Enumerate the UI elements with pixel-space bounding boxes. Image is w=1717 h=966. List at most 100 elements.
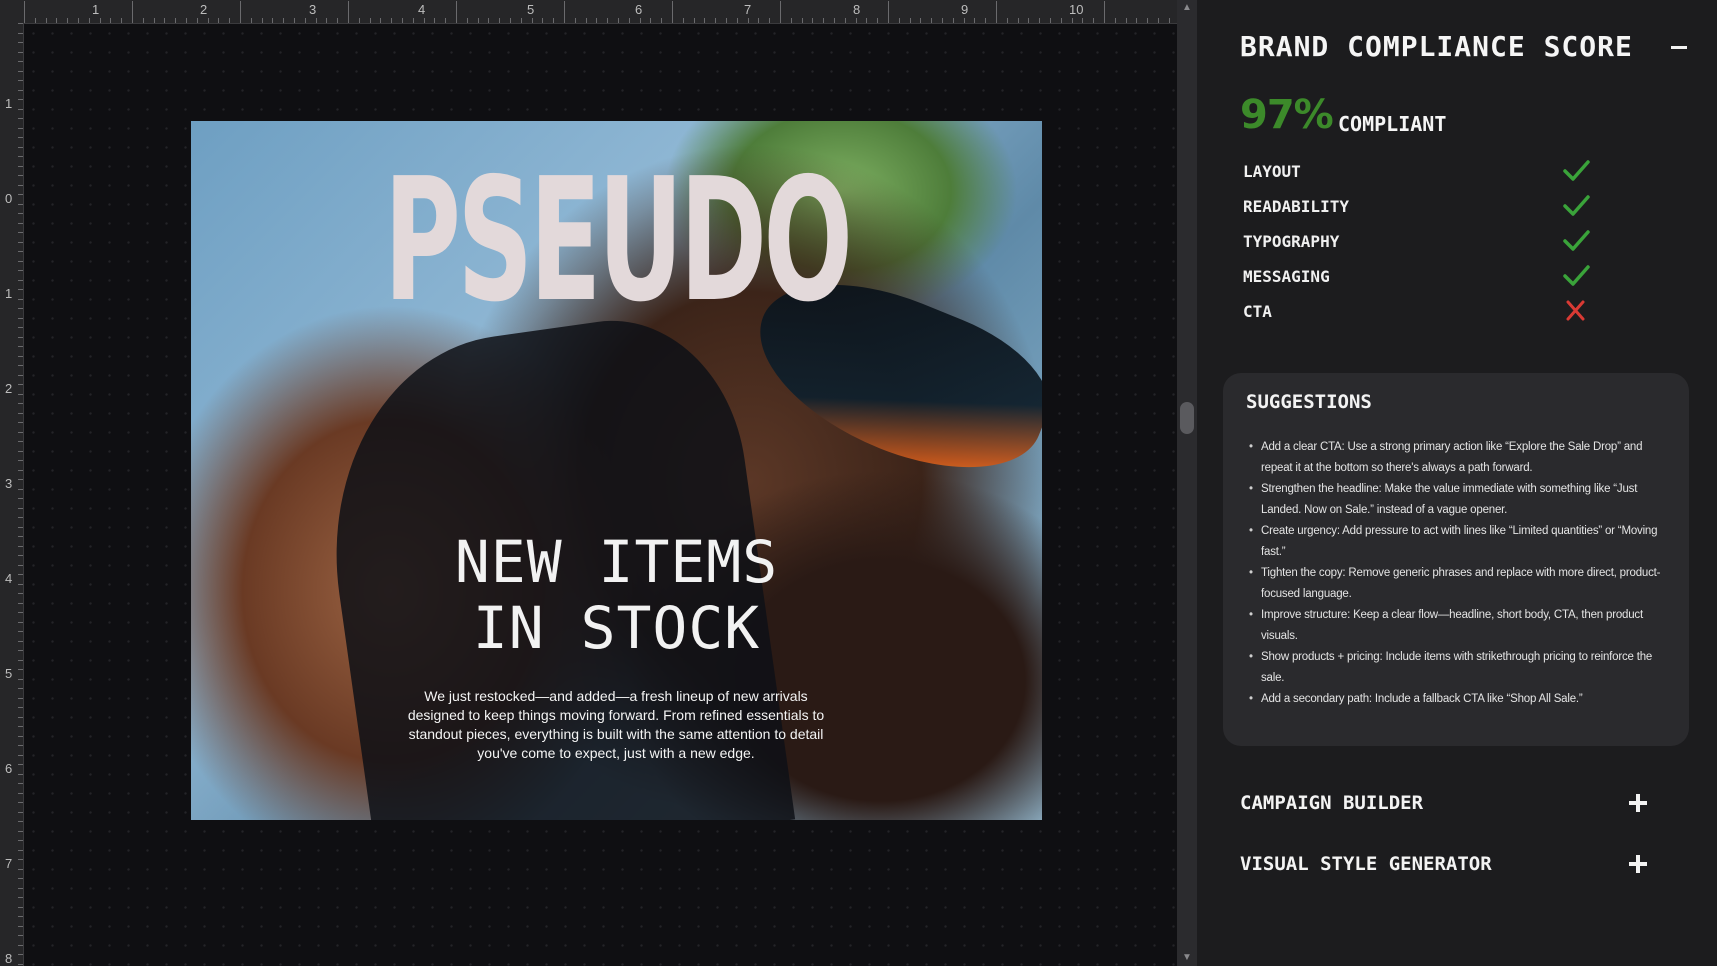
ruler-tick — [834, 18, 835, 23]
ruler-number: 8 — [853, 2, 861, 17]
ruler-tick — [207, 18, 209, 23]
ruler-tick — [240, 1, 241, 23]
ruler-tick — [1158, 18, 1159, 23]
scroll-down-icon[interactable]: ▼ — [1177, 950, 1197, 966]
ruler-tick — [99, 18, 101, 23]
expand-plus-icon[interactable] — [1629, 794, 1647, 812]
ruler-tick — [1168, 18, 1170, 23]
ruler-tick — [18, 431, 23, 433]
ruler-number: 8 — [5, 951, 13, 966]
ruler-tick — [18, 403, 23, 404]
ruler-tick — [18, 479, 23, 480]
ruler-tick — [261, 18, 263, 23]
ruler-tick — [18, 270, 23, 271]
ad-creative[interactable]: PSEUDO NEW ITEMS IN STOCK We just restoc… — [191, 121, 1042, 820]
headline-text[interactable]: NEW ITEMS IN STOCK — [191, 529, 1042, 661]
suggestion-item: Create urgency: Add pressure to act with… — [1249, 521, 1669, 563]
horizontal-ruler: 1 2 3 4 5 6 7 8 9 10 — [0, 0, 1177, 24]
ruler-tick — [596, 18, 598, 23]
ruler-tick — [499, 18, 501, 23]
ruler-tick — [812, 18, 814, 23]
ruler-tick — [18, 127, 23, 129]
ruler-tick — [736, 18, 738, 23]
ruler-tick — [488, 18, 490, 23]
ruler-number: 6 — [5, 761, 13, 776]
ruler-tick — [866, 18, 868, 23]
ruler-tick — [315, 18, 317, 23]
ruler-tick — [1017, 18, 1019, 23]
ruler-tick — [18, 374, 23, 376]
ruler-number: 2 — [5, 381, 13, 396]
ruler-tick — [1082, 18, 1084, 23]
ruler-tick — [952, 18, 954, 23]
check-row-layout: LAYOUT — [1243, 158, 1603, 186]
ruler-number: 0 — [5, 191, 13, 206]
check-icon — [1563, 195, 1590, 216]
vertical-ruler: 1 0 1 2 3 4 5 6 7 8 — [0, 23, 24, 966]
vertical-scrollbar[interactable]: ▲ ▼ — [1177, 0, 1197, 966]
visual-style-generator-section[interactable]: VISUAL STYLE GENERATOR — [1240, 849, 1660, 881]
ruler-tick — [564, 1, 565, 23]
ruler-tick — [229, 18, 231, 23]
headline-line-1: NEW ITEMS — [454, 528, 779, 596]
ruler-tick — [423, 18, 425, 23]
ruler-tick — [1028, 18, 1030, 23]
ruler-tick — [18, 593, 23, 594]
ruler-tick — [963, 18, 965, 23]
ruler-tick — [639, 18, 641, 23]
ruler-number: 4 — [5, 571, 13, 586]
ruler-tick — [250, 18, 252, 23]
ruler-tick — [18, 726, 23, 727]
ruler-tick — [304, 18, 306, 23]
suggestion-item: Show products + pricing: Include items w… — [1249, 647, 1669, 689]
ruler-number: 1 — [5, 286, 13, 301]
suggestion-item: Add a clear CTA: Use a strong primary ac… — [1249, 437, 1669, 479]
ruler-tick — [18, 830, 23, 832]
scrollbar-thumb[interactable] — [1180, 402, 1194, 434]
ruler-tick — [1050, 18, 1051, 23]
ruler-tick — [121, 18, 123, 23]
ruler-tick — [855, 18, 857, 23]
ruler-tick — [682, 18, 684, 23]
ruler-tick — [985, 18, 987, 23]
ruler-tick — [801, 18, 803, 23]
brand-logo-text[interactable]: PSEUDO — [353, 141, 881, 341]
ruler-tick — [18, 897, 23, 898]
ruler-tick — [358, 18, 360, 23]
ruler-tick — [888, 1, 889, 23]
ruler-tick — [18, 906, 23, 908]
body-copy-text[interactable]: We just restocked—and added—a fresh line… — [396, 687, 836, 763]
ruler-tick — [618, 18, 619, 23]
ruler-tick — [456, 1, 457, 23]
ruler-tick — [18, 697, 23, 699]
ruler-number: 5 — [527, 2, 535, 17]
ruler-number: 4 — [418, 2, 426, 17]
canvas-area[interactable]: 1 2 3 4 5 6 7 8 9 10 1 0 1 2 3 4 5 6 7 8… — [0, 0, 1177, 966]
ruler-tick — [18, 859, 23, 860]
ruler-tick — [272, 18, 274, 23]
ruler-tick — [24, 1, 25, 23]
ruler-tick — [909, 18, 911, 23]
ruler-number: 3 — [5, 476, 13, 491]
ruler-tick — [18, 51, 23, 53]
ruler-tick — [769, 18, 771, 23]
ruler-tick — [18, 222, 23, 224]
check-label: CTA — [1243, 302, 1272, 321]
campaign-builder-label: CAMPAIGN BUILDER — [1240, 792, 1424, 814]
ruler-tick — [18, 346, 23, 347]
ruler-tick — [380, 18, 382, 23]
ruler-tick — [18, 393, 23, 395]
expand-plus-icon[interactable] — [1629, 855, 1647, 873]
collapse-minus-icon[interactable] — [1671, 46, 1687, 49]
ruler-tick — [326, 18, 328, 23]
ruler-tick — [402, 18, 403, 23]
ruler-tick — [18, 118, 23, 119]
ruler-tick — [1147, 18, 1149, 23]
ruler-tick — [18, 298, 23, 300]
ruler-tick — [18, 954, 23, 955]
ruler-tick — [1060, 18, 1062, 23]
scroll-up-icon[interactable]: ▲ — [1177, 0, 1197, 16]
ruler-tick — [283, 18, 285, 23]
campaign-builder-section[interactable]: CAMPAIGN BUILDER — [1240, 788, 1660, 820]
suggestion-item: Tighten the copy: Remove generic phrases… — [1249, 563, 1669, 605]
